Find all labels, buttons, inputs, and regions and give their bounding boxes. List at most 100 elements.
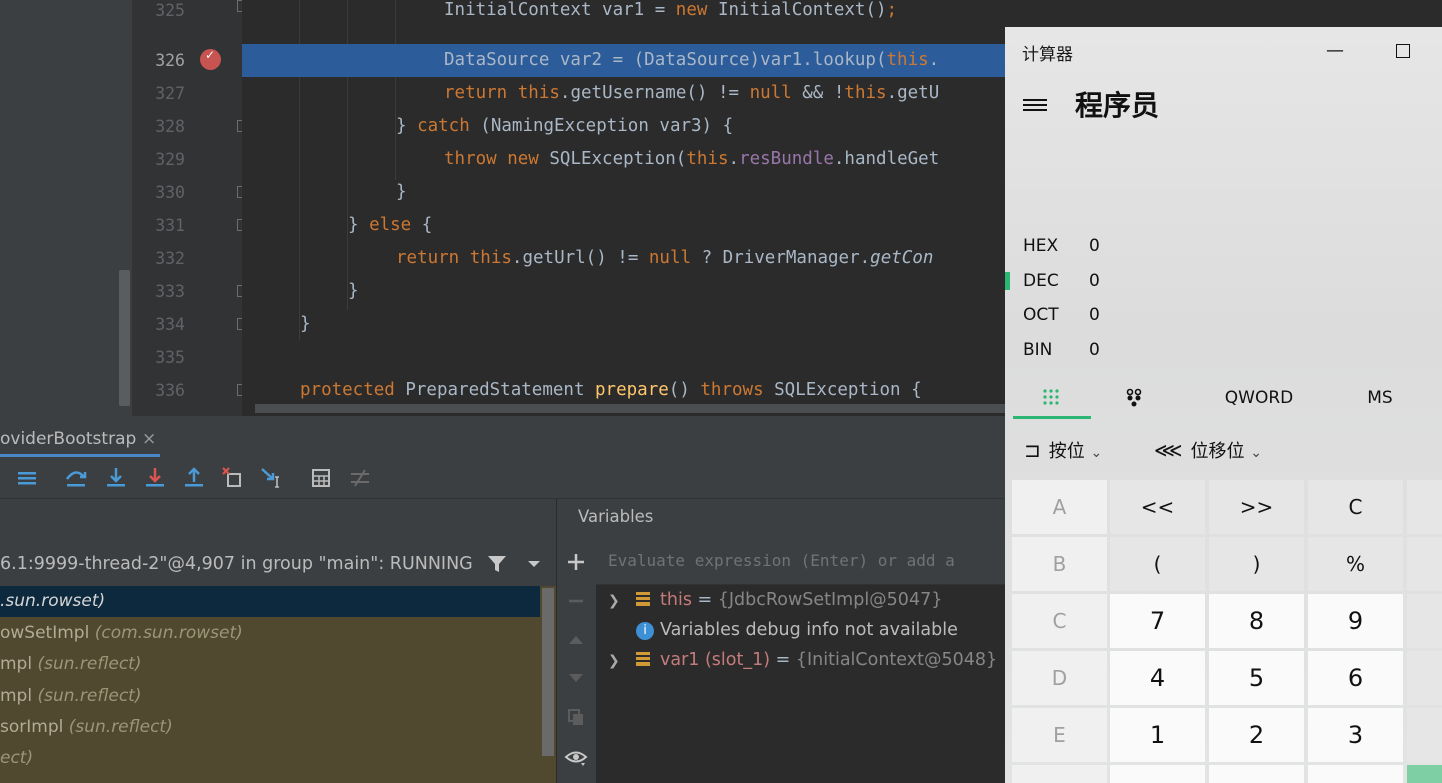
key-hex-e[interactable]: E xyxy=(1012,708,1107,762)
frame-item[interactable]: mpl (sun.reflect) xyxy=(0,649,540,680)
trace-icon[interactable] xyxy=(347,465,373,491)
copy-icon[interactable] xyxy=(566,707,586,727)
bit-toggle-keypad-icon[interactable] xyxy=(1124,387,1144,409)
memory-store-button[interactable]: MS xyxy=(1350,378,1410,418)
active-tab-indicator xyxy=(1013,416,1091,419)
run-to-cursor-icon[interactable] xyxy=(259,465,285,491)
close-tab-icon[interactable]: × xyxy=(142,424,156,454)
project-panel-scrollbar[interactable] xyxy=(119,270,130,406)
drop-frame-icon[interactable] xyxy=(220,465,246,491)
key-hex-b[interactable]: B xyxy=(1012,537,1107,591)
line-number: 329 xyxy=(155,150,185,169)
key-partial[interactable] xyxy=(1407,651,1442,705)
line-number: 330 xyxy=(155,183,185,202)
frame-item[interactable]: sorImpl (sun.reflect) xyxy=(0,712,540,743)
key-open-paren[interactable]: ( xyxy=(1110,537,1205,591)
line-number-current: 326 xyxy=(155,51,185,70)
remove-watch-icon[interactable] xyxy=(566,591,586,611)
key-clear[interactable]: C xyxy=(1308,480,1403,534)
key-4[interactable]: 4 xyxy=(1110,651,1205,705)
evaluate-expression-placeholder: Evaluate expression (Enter) or add a xyxy=(608,551,955,570)
line-number: 327 xyxy=(155,84,185,103)
key-shift-right[interactable]: >> xyxy=(1209,480,1304,534)
frames-header xyxy=(0,499,556,543)
watches-eye-icon[interactable] xyxy=(564,747,588,767)
code-editor[interactable]: InitialContext var1 = new InitialContext… xyxy=(242,0,1005,416)
key-hex-c[interactable]: C xyxy=(1012,594,1107,648)
key-partial[interactable] xyxy=(1308,765,1403,783)
key-partial[interactable] xyxy=(1407,594,1442,648)
chevron-down-icon: ⌄ xyxy=(1090,445,1103,461)
breakpoint-check-icon: ✓ xyxy=(205,48,216,62)
maximize-button[interactable] xyxy=(1396,44,1410,58)
key-8[interactable]: 8 xyxy=(1209,594,1304,648)
line-number: 334 xyxy=(155,315,185,334)
key-equals-partial[interactable] xyxy=(1407,765,1442,783)
editor-horizontal-scrollbar[interactable] xyxy=(255,404,1005,413)
filter-icon[interactable] xyxy=(486,553,508,575)
key-percent[interactable]: % xyxy=(1308,537,1403,591)
keypad-icon[interactable] xyxy=(1041,387,1061,407)
step-over-icon[interactable] xyxy=(63,465,89,491)
bitshift-dropdown[interactable]: ⋘ 位移位 ⌄ xyxy=(1154,437,1262,463)
line-number: 328 xyxy=(155,117,185,136)
hamburger-menu-icon[interactable] xyxy=(1023,99,1047,111)
chevron-right-icon[interactable]: ❯ xyxy=(608,586,620,616)
key-9[interactable]: 9 xyxy=(1308,594,1403,648)
bitshift-icon: ⋘ xyxy=(1154,438,1183,462)
add-watch-icon[interactable] xyxy=(566,552,586,572)
calculator-title: 计算器 xyxy=(1022,45,1073,65)
key-hex-d[interactable]: D xyxy=(1012,651,1107,705)
minimize-button[interactable]: — xyxy=(1323,36,1347,66)
chevron-down-icon: ⌄ xyxy=(1250,445,1262,461)
evaluate-expression-icon[interactable] xyxy=(308,465,334,491)
base-row-oct[interactable]: OCT 0 xyxy=(1023,300,1100,330)
project-panel-strip xyxy=(0,0,132,416)
key-hex-f[interactable] xyxy=(1012,765,1107,783)
frames-scrollbar[interactable] xyxy=(542,588,554,756)
key-partial[interactable] xyxy=(1407,537,1442,591)
frame-item[interactable]: ect) xyxy=(0,743,540,774)
step-out-icon[interactable] xyxy=(181,465,207,491)
frame-item[interactable]: owSetImpl (com.sun.rowset) xyxy=(0,618,540,649)
key-5[interactable]: 5 xyxy=(1209,651,1304,705)
frame-item[interactable]: mpl (sun.reflect) xyxy=(0,681,540,712)
debug-session-tab[interactable]: oviderBootstrap xyxy=(0,424,136,454)
base-row-dec[interactable]: DEC 0 xyxy=(1023,266,1100,296)
key-3[interactable]: 3 xyxy=(1308,708,1403,762)
chevron-right-icon[interactable]: ❯ xyxy=(608,646,620,676)
base-row-bin[interactable]: BIN 0 xyxy=(1023,335,1100,365)
code-line-331: } else { xyxy=(348,215,433,235)
move-down-icon[interactable] xyxy=(566,668,586,688)
key-6[interactable]: 6 xyxy=(1308,651,1403,705)
code-line-325: InitialContext var1 = new InitialContext… xyxy=(444,0,898,20)
line-number: 325 xyxy=(155,1,185,20)
code-line-329: throw new SQLException(this.resBundle.ha… xyxy=(444,149,940,169)
frame-item-selected[interactable]: .sun.rowset) xyxy=(0,586,540,617)
key-partial[interactable] xyxy=(1209,765,1304,783)
base-row-hex[interactable]: HEX 0 xyxy=(1023,231,1100,261)
key-close-paren[interactable]: ) xyxy=(1209,537,1304,591)
field-icon xyxy=(636,652,650,666)
variable-row[interactable]: ❯ this = {JdbcRowSetImpl@5047} xyxy=(608,585,942,615)
key-partial[interactable] xyxy=(1407,708,1442,762)
key-2[interactable]: 2 xyxy=(1209,708,1304,762)
step-into-icon[interactable] xyxy=(103,465,129,491)
bitwise-dropdown[interactable]: ⊐ 按位 ⌄ xyxy=(1024,437,1102,463)
move-up-icon[interactable] xyxy=(566,630,586,650)
chevron-down-icon[interactable] xyxy=(526,558,542,570)
thread-selector[interactable]: 6.1:9999-thread-2"@4,907 in group "main"… xyxy=(0,543,556,586)
key-partial[interactable] xyxy=(1110,765,1205,783)
word-size-button[interactable]: QWORD xyxy=(1214,378,1304,418)
key-hex-a[interactable]: A xyxy=(1012,480,1107,534)
code-line-332: return this.getUrl() != null ? DriverMan… xyxy=(396,248,934,268)
variables-title: Variables xyxy=(578,507,654,526)
key-7[interactable]: 7 xyxy=(1110,594,1205,648)
key-partial[interactable] xyxy=(1407,480,1442,534)
line-number: 332 xyxy=(155,249,185,268)
force-step-into-icon[interactable] xyxy=(142,465,168,491)
show-execution-point-icon[interactable] xyxy=(14,465,40,491)
key-1[interactable]: 1 xyxy=(1110,708,1205,762)
key-shift-left[interactable]: << xyxy=(1110,480,1205,534)
variable-row[interactable]: ❯ var1 (slot_1) = {InitialContext@5048} xyxy=(608,645,997,675)
